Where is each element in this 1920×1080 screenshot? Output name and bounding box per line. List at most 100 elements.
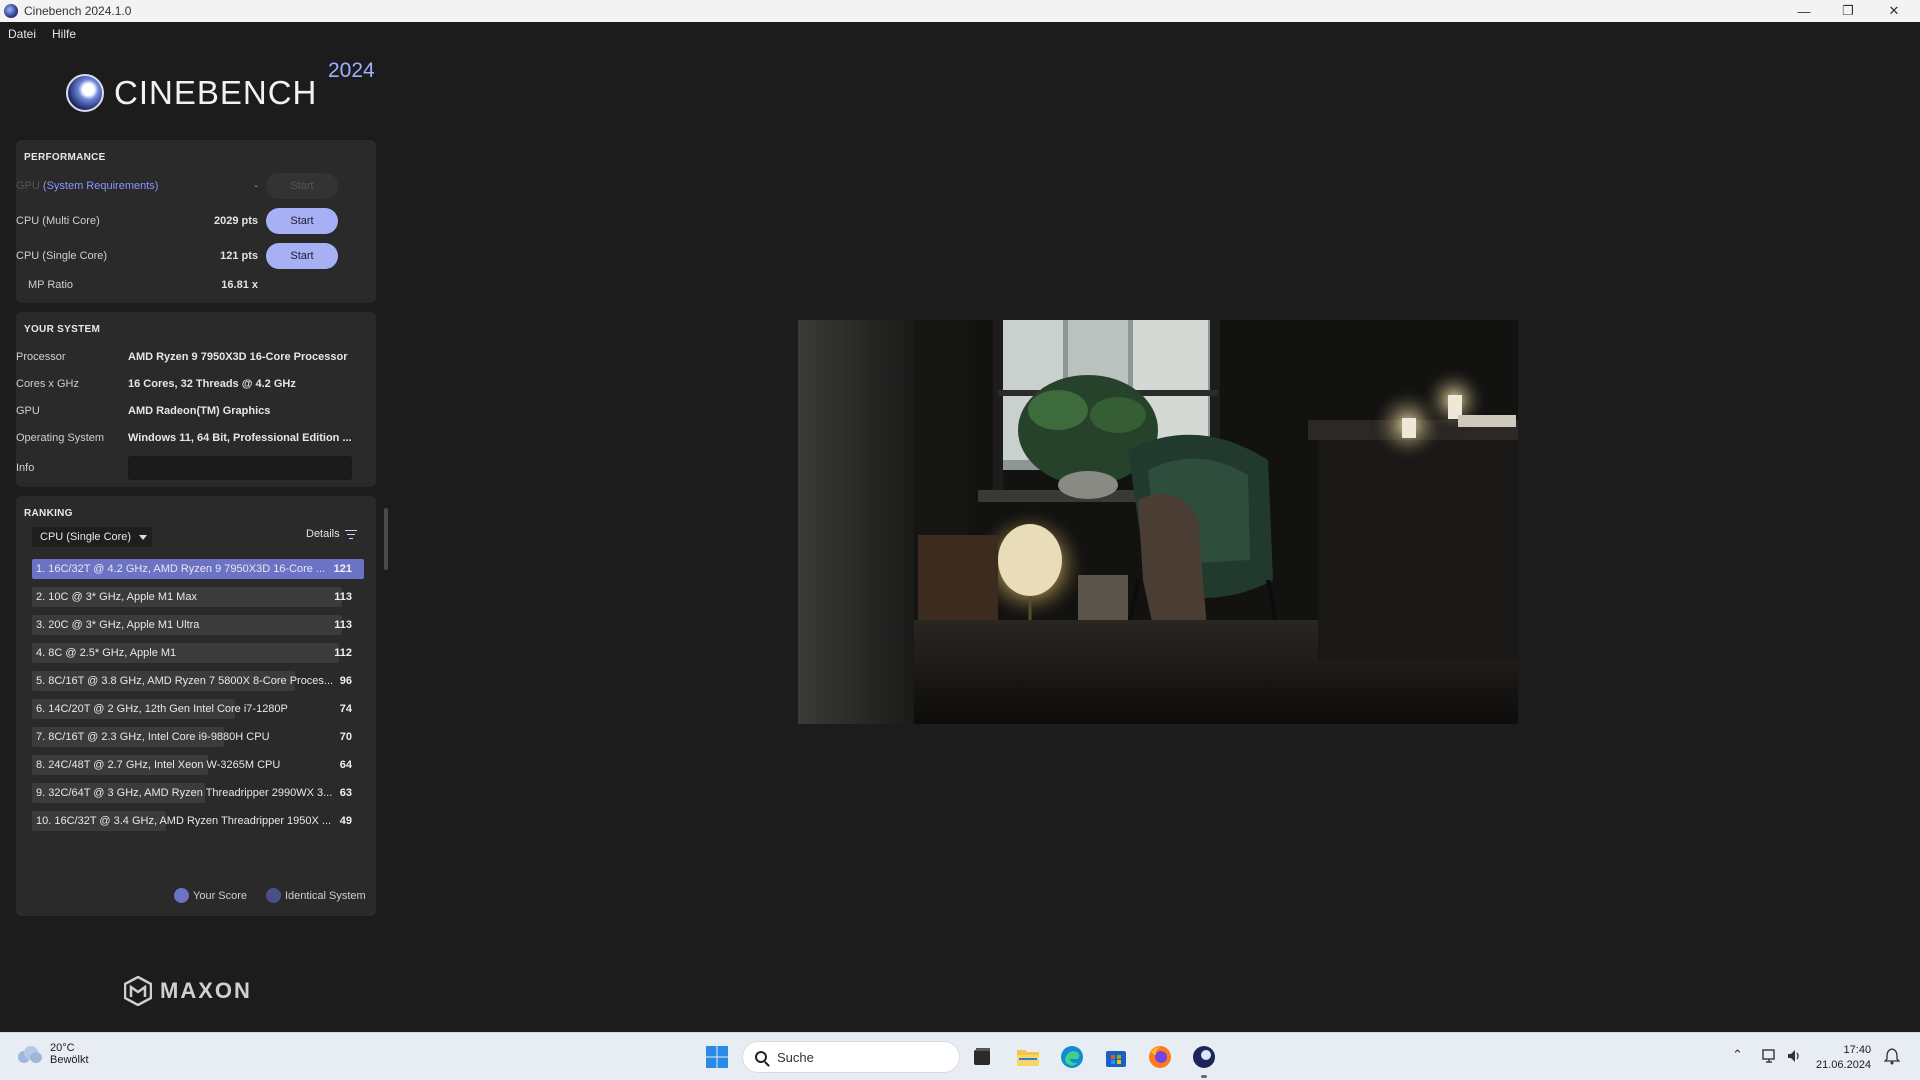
legend-identical: Identical System — [266, 888, 366, 903]
gpu-info-value: AMD Radeon(TM) Graphics — [128, 405, 271, 417]
notification-bell-icon[interactable] — [1884, 1048, 1900, 1065]
cpu-single-label: CPU (Single Core) — [16, 250, 108, 262]
ranking-row-text: 8. 24C/48T @ 2.7 GHz, Intel Xeon W-3265M… — [36, 759, 281, 771]
window-title: Cinebench 2024.1.0 — [24, 4, 132, 18]
legend-identical-label: Identical System — [285, 889, 366, 902]
info-row: Info — [16, 455, 356, 481]
filter-icon — [344, 529, 357, 539]
ranking-row[interactable]: 3. 20C @ 3* GHz, Apple M1 Ultra 113 — [32, 615, 364, 635]
ranking-row[interactable]: 7. 8C/16T @ 2.3 GHz, Intel Core i9-9880H… — [32, 727, 364, 747]
processor-label: Processor — [16, 351, 66, 363]
store-button[interactable] — [1100, 1041, 1132, 1073]
network-icon[interactable] — [1762, 1048, 1778, 1064]
weather-temp: 20°C — [50, 1042, 75, 1054]
weather-condition: Bewölkt — [50, 1054, 89, 1066]
ranking-row-score: 96 — [339, 675, 352, 687]
minimize-button[interactable]: — — [1782, 0, 1826, 22]
ranking-row[interactable]: 4. 8C @ 2.5* GHz, Apple M1 112 — [32, 643, 364, 663]
ranking-title: RANKING — [24, 508, 73, 519]
mp-ratio-value: 16.81 x — [221, 279, 258, 291]
edge-browser-button[interactable] — [1056, 1041, 1088, 1073]
gpu-prefix: GPU — [16, 180, 40, 192]
ranking-row-text: 4. 8C @ 2.5* GHz, Apple M1 — [36, 647, 177, 659]
ranking-row-score: 113 — [334, 619, 352, 631]
firefox-icon — [1149, 1046, 1171, 1068]
render-scene-icon — [798, 320, 1518, 724]
cores-value: 16 Cores, 32 Threads @ 4.2 GHz — [128, 378, 296, 390]
ranking-row[interactable]: 8. 24C/48T @ 2.7 GHz, Intel Xeon W-3265M… — [32, 755, 364, 775]
info-input[interactable] — [128, 456, 352, 480]
windows-logo-icon — [706, 1046, 728, 1068]
clock-date: 21.06.2024 — [1816, 1059, 1872, 1071]
volume-icon[interactable] — [1786, 1048, 1802, 1064]
ranking-category-select[interactable]: CPU (Single Core) — [32, 527, 152, 547]
ranking-row[interactable]: 5. 8C/16T @ 3.8 GHz, AMD Ryzen 7 5800X 8… — [32, 671, 364, 691]
ranking-row-text: 6. 14C/20T @ 2 GHz, 12th Gen Intel Core … — [36, 703, 288, 715]
taskbar: 20°C Bewölkt Suche ⌃ 17:40 21.06.2024 — [0, 1032, 1920, 1080]
ranking-row-text: 5. 8C/16T @ 3.8 GHz, AMD Ryzen 7 5800X 8… — [36, 675, 334, 687]
cpu-multi-label: CPU (Multi Core) — [16, 215, 100, 227]
render-preview-image — [798, 320, 1518, 724]
ranking-row[interactable]: 6. 14C/20T @ 2 GHz, 12th Gen Intel Core … — [32, 699, 364, 719]
os-value: Windows 11, 64 Bit, Professional Edition… — [128, 432, 352, 444]
identical-system-dot-icon — [266, 888, 281, 903]
logo-text: CINEBENCH — [114, 74, 318, 111]
legend-your-score: Your Score — [174, 888, 247, 903]
cores-row: Cores x GHz 16 Cores, 32 Threads @ 4.2 G… — [16, 373, 356, 395]
maxon-logo-icon — [124, 976, 152, 1006]
gpu-row: GPU (System Requirements) - Start — [16, 171, 356, 201]
tray-overflow-chevron-icon[interactable]: ⌃ — [1732, 1047, 1743, 1063]
maximize-button[interactable]: ❐ — [1826, 0, 1870, 22]
ranking-row[interactable]: 10. 16C/32T @ 3.4 GHz, AMD Ryzen Threadr… — [32, 811, 364, 831]
system-clock[interactable]: 17:40 21.06.2024 — [1816, 1043, 1871, 1073]
chevron-down-icon — [139, 534, 148, 540]
cores-label: Cores x GHz — [16, 378, 79, 390]
cinebench-logo-icon — [66, 74, 104, 112]
performance-title: PERFORMANCE — [24, 152, 106, 163]
details-button[interactable]: Details — [306, 528, 357, 540]
system-requirements-link[interactable]: (System Requirements) — [43, 180, 159, 192]
ranking-row-text: 10. 16C/32T @ 3.4 GHz, AMD Ryzen Threadr… — [36, 815, 332, 827]
ranking-row-score: 121 — [333, 563, 352, 575]
ranking-row-score: 64 — [339, 759, 352, 771]
ranking-row-text: 2. 10C @ 3* GHz, Apple M1 Max — [36, 591, 197, 603]
details-label: Details — [306, 528, 340, 540]
cinebench-taskbar-button[interactable] — [1188, 1041, 1220, 1073]
cpu-single-row: CPU (Single Core) 121 pts Start — [16, 241, 356, 271]
firefox-button[interactable] — [1144, 1041, 1176, 1073]
task-view-button[interactable] — [966, 1041, 998, 1073]
ranking-row[interactable]: 9. 32C/64T @ 3 GHz, AMD Ryzen Threadripp… — [32, 783, 364, 803]
ranking-scrollbar[interactable] — [384, 508, 388, 570]
cpu-single-start-button[interactable]: Start — [266, 243, 338, 269]
store-icon — [1106, 1051, 1126, 1067]
search-icon — [755, 1051, 767, 1063]
ranking-row-score: 112 — [334, 647, 352, 659]
ranking-row-text: 9. 32C/64T @ 3 GHz, AMD Ryzen Threadripp… — [36, 787, 333, 799]
mp-ratio-row: MP Ratio 16.81 x — [16, 270, 356, 300]
task-view-icon — [974, 1048, 990, 1065]
gpu-label: GPU (System Requirements) — [16, 180, 186, 192]
ranking-row-text: 3. 20C @ 3* GHz, Apple M1 Ultra — [36, 619, 200, 631]
title-bar: Cinebench 2024.1.0 — ❐ ✕ — [0, 0, 1920, 22]
logo-year: 2024 — [328, 59, 375, 82]
close-button[interactable]: ✕ — [1872, 0, 1916, 22]
gpu-start-button[interactable]: Start — [266, 173, 338, 199]
file-explorer-button[interactable] — [1012, 1041, 1044, 1073]
maxon-text: MAXON — [160, 978, 252, 1003]
system-title: YOUR SYSTEM — [24, 324, 101, 335]
ranking-row[interactable]: 1. 16C/32T @ 4.2 GHz, AMD Ryzen 9 7950X3… — [32, 559, 364, 579]
cpu-single-value: 121 pts — [220, 250, 258, 262]
ranking-row-text: 1. 16C/32T @ 4.2 GHz, AMD Ryzen 9 7950X3… — [36, 563, 326, 575]
ranking-row[interactable]: 2. 10C @ 3* GHz, Apple M1 Max 113 — [32, 587, 364, 607]
ranking-row-score: 74 — [339, 703, 352, 715]
legend-your-score-label: Your Score — [193, 889, 248, 902]
start-button[interactable] — [701, 1041, 733, 1073]
menu-help[interactable]: Hilfe — [44, 27, 84, 41]
processor-row: Processor AMD Ryzen 9 7950X3D 16-Core Pr… — [16, 346, 356, 368]
weather-widget[interactable]: 20°C Bewölkt — [16, 1042, 89, 1066]
taskbar-search-input[interactable]: Suche — [742, 1041, 960, 1073]
your-score-dot-icon — [174, 888, 189, 903]
clock-time: 17:40 — [1843, 1044, 1872, 1056]
cpu-multi-start-button[interactable]: Start — [266, 208, 338, 234]
menu-file[interactable]: Datei — [0, 27, 44, 41]
